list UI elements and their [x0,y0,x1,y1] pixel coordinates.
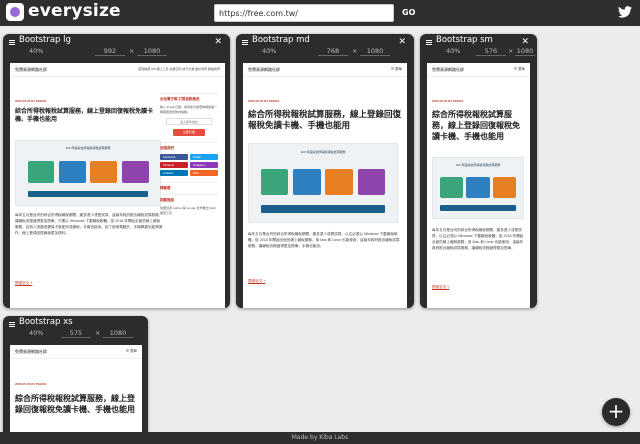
menu-button[interactable]: ☰ 選單 [391,67,402,72]
post-title[interactable]: 綜合所得稅報稅試算服務，線上登錄回復報稅免讀卡機、手機也能用 [432,109,525,142]
rss-button[interactable]: RSS [190,170,218,176]
social-buttons: Facebook Twitter Pinterest Instagram Lin… [160,154,218,176]
device-frame-md: Bootstrap md ✕ 40% 768 × 1080 免費資源網路社群 ☰… [236,34,414,308]
width-input[interactable]: 576 [476,47,506,56]
zoom-level[interactable]: 40% [29,47,43,55]
subscribe-button[interactable]: 立即訂閱 [173,129,205,136]
height-input[interactable]: 1080 [103,329,133,338]
frame-header[interactable]: Bootstrap lg ✕ 40% 992 × 1080 [3,34,230,58]
post-excerpt: 每年五月是台灣的綜合所得稅報稅期間，繳多退少或是試算，以往必須以 Windows… [432,228,524,250]
frame-header[interactable]: Bootstrap md ✕ 40% 768 × 1080 [236,34,414,58]
close-icon[interactable]: ✕ [521,38,529,47]
image-caption: 109 年度綜合所得稅報稅試算服務 [65,146,111,151]
dimension-separator: × [95,329,101,337]
menu-button[interactable]: ☰ 選單 [126,349,137,354]
site-brand[interactable]: 免費資源網路社群 [15,349,47,355]
frame-title: Bootstrap md [252,35,310,45]
width-input[interactable]: 992 [95,47,125,56]
feature-image: 109 年度綜合所得稅報稅試算服務 [15,140,161,206]
read-more-link[interactable]: 閱讀全文 » [248,279,265,284]
read-more-link[interactable]: 閱讀全文 » [15,281,32,286]
post-date: 2020-05-05 BY PEEKS [248,99,280,103]
viewport[interactable]: 免費資源網路社群 ☰ 選單 2020-05-05 BY PEEKS 綜合所得稅報… [243,63,407,308]
dimension-separator: × [352,47,358,55]
go-button[interactable]: GO [398,5,419,21]
instagram-button[interactable]: Instagram [190,162,218,168]
post-title[interactable]: 綜合所得稅報稅試算服務，線上登錄回復報稅免讀卡機、手機也能用 [248,109,402,131]
dimension-separator: × [508,47,514,55]
read-more-link[interactable]: 閱讀全文 » [432,285,449,290]
sidebar: 全站電子報 訂閱自動推送 輸入 Email 訂閱，當有新文章發佈時將第一時間寄送… [160,93,218,215]
image-caption: 109 年度綜合所得稅報稅試算服務 [300,150,346,155]
site-nav[interactable]: 首頁精選 WP 網上工具 免費空間 技巧文章 關於我們 聯絡我們 [138,67,220,71]
url-input[interactable] [214,4,394,22]
menu-button[interactable]: ☰ 選單 [514,67,525,72]
frame-dimensions: 40% 992 × 1080 [9,47,224,57]
device-frame-xs: Bootstrap xs ✕ 40% 575 × 1080 免費資源網路社群 ☰… [3,316,148,444]
tag-cloud-title: 標籤雲 [160,182,218,191]
follow-title: 追蹤我們 [160,142,218,151]
site-header: 免費資源網路社群 ☰ 選單 [243,63,407,77]
drag-handle-icon[interactable] [9,39,15,45]
subscribe-text: 輸入 Email 訂閱，當有新文章發佈時將第一時間寄送到你的信箱。 [160,105,218,114]
frame-title: Bootstrap xs [19,317,73,327]
post-date: 2020-05-05 BY PEEKS [15,99,47,103]
frame-header[interactable]: Bootstrap xs ✕ 40% 575 × 1080 [3,316,148,340]
email-field[interactable]: 電子郵件地址 [166,118,212,125]
site-header: 免費資源網路社群 ☰ 選單 [427,63,530,77]
post-title[interactable]: 綜合所得稅報稅試算服務，線上登錄回復報稅免讀卡機、手機也能用 [15,108,163,124]
viewport[interactable]: 免費資源網路社群 首頁精選 WP 網上工具 免費空間 技巧文章 關於我們 聯絡我… [10,63,225,308]
app-logo-text: everysize [28,1,121,21]
dimension-separator: × [129,47,135,55]
site-header: 免費資源網路社群 ☰ 選單 [10,345,142,359]
frame-title: Bootstrap lg [19,35,71,45]
site-header: 免費資源網路社群 首頁精選 WP 網上工具 免費空間 技巧文章 關於我們 聯絡我… [10,63,225,77]
linkedin-button[interactable]: LinkedIn [160,170,188,176]
width-input[interactable]: 768 [318,47,348,56]
links-text[interactable]: 免費資源 Adobe 與 Google 合作推出 Web 開發工具 [160,206,218,215]
height-input[interactable]: 1080 [515,47,535,56]
drag-handle-icon[interactable] [426,39,432,45]
height-input[interactable]: 1080 [137,47,167,56]
viewport[interactable]: 免費資源網路社群 ☰ 選單 2020-05-05 BY PEEKS 綜合所得稅報… [427,63,530,308]
twitter-icon[interactable] [618,6,632,18]
image-caption: 109 年度綜合所得稅報稅試算服務 [455,162,501,167]
footer: Made by Kiba Labs [0,432,640,444]
frame-dimensions: 40% 576 × 1080 [426,47,535,57]
frame-header[interactable]: Bootstrap sm ✕ 40% 576 × 1080 [420,34,537,58]
site-brand[interactable]: 免費資源網路社群 [432,67,464,73]
close-icon[interactable]: ✕ [398,38,406,47]
drag-handle-icon[interactable] [242,39,248,45]
subscribe-title: 全站電子報 訂閱自動推送 [160,93,218,102]
feature-image: 109 年度綜合所得稅報稅試算服務 [248,143,398,223]
close-icon[interactable]: ✕ [214,38,222,47]
frame-dimensions: 40% 575 × 1080 [9,329,142,339]
drag-handle-icon[interactable] [9,321,15,327]
post-excerpt: 每年五月是台灣的綜合所得稅報稅期間，繳多退少或是試算，這幾年政府推出報稅試算服務… [15,213,163,235]
height-input[interactable]: 1080 [360,47,390,56]
feature-image: 109 年度綜合所得稅報稅試算服務 [432,157,524,219]
twitter-button[interactable]: Twitter [190,154,218,160]
links-title: 相關連結 [160,194,218,203]
facebook-button[interactable]: Facebook [160,154,188,160]
post-excerpt: 每年五月是台灣的綜合所得稅報稅期間，繳多退少或是試算，以往必須以 Windows… [248,232,400,248]
zoom-level[interactable]: 40% [29,329,43,337]
app-logo-icon [6,3,24,21]
frame-title: Bootstrap sm [436,35,493,45]
zoom-level[interactable]: 40% [446,47,460,55]
device-frame-sm: Bootstrap sm ✕ 40% 576 × 1080 免費資源網路社群 ☰… [420,34,537,308]
top-bar: everysize GO [0,0,640,26]
site-brand[interactable]: 免費資源網路社群 [248,67,280,73]
pinterest-button[interactable]: Pinterest [160,162,188,168]
device-frame-lg: Bootstrap lg ✕ 40% 992 × 1080 免費資源網路社群 首… [3,34,230,308]
viewport[interactable]: 免費資源網路社群 ☰ 選單 2020-05-05 BY PEEKS 綜合所得稅報… [10,345,142,444]
add-device-button[interactable]: + [602,398,630,426]
post-date: 2020-05-05 BY PEEKS [432,99,464,103]
zoom-level[interactable]: 40% [262,47,276,55]
frame-dimensions: 40% 768 × 1080 [242,47,408,57]
post-date: 2020-05-05 BY PEEKS [15,382,47,386]
post-title[interactable]: 綜合所得稅報稅試算服務，線上登錄回復報稅免讀卡機、手機也能用 [15,393,137,415]
site-brand[interactable]: 免費資源網路社群 [15,67,47,73]
width-input[interactable]: 575 [61,329,91,338]
